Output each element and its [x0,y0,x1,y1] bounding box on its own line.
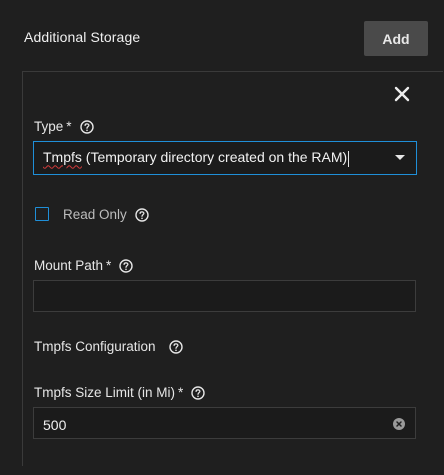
tmpfs-config-label: Tmpfs Configuration [34,339,183,354]
help-icon[interactable] [79,119,94,134]
size-limit-input[interactable] [33,407,416,439]
type-label: Type * [34,119,94,134]
read-only-label-text: Read Only [63,207,127,222]
tmpfs-config-label-text: Tmpfs Configuration [34,339,156,354]
read-only-label: Read Only [63,207,149,222]
mount-path-label-text: Mount Path [34,258,104,273]
help-icon[interactable] [168,339,183,354]
section-title: Additional Storage [24,29,141,45]
clear-input-button[interactable] [393,418,405,430]
clear-icon [396,421,402,427]
add-button[interactable]: Add [364,21,428,56]
help-icon[interactable] [119,258,134,273]
size-limit-label: Tmpfs Size Limit (in Mi) * [34,385,205,400]
read-only-checkbox[interactable] [35,207,49,221]
type-value-rest: (Temporary directory created on the RAM) [81,149,348,166]
mount-path-required-marker: * [106,258,112,273]
type-label-text: Type [34,119,64,134]
size-limit-required-marker: * [178,385,184,400]
size-limit-label-text: Tmpfs Size Limit (in Mi) [34,385,176,400]
size-limit-value: 500 [43,417,67,433]
chevron-down-icon [395,155,405,160]
close-button[interactable] [391,83,413,105]
help-icon[interactable] [135,207,149,222]
help-icon[interactable] [191,385,205,400]
mount-path-label: Mount Path * [34,258,134,273]
type-required-marker: * [66,119,72,134]
text-cursor [348,150,350,167]
type-value-prefix: Tmpfs [43,149,82,166]
close-icon [394,86,410,102]
type-select[interactable]: Tmpfs (Temporary directory created on th… [33,141,417,175]
type-select-value: Tmpfs (Temporary directory created on th… [43,149,350,167]
mount-path-input[interactable] [33,280,416,312]
